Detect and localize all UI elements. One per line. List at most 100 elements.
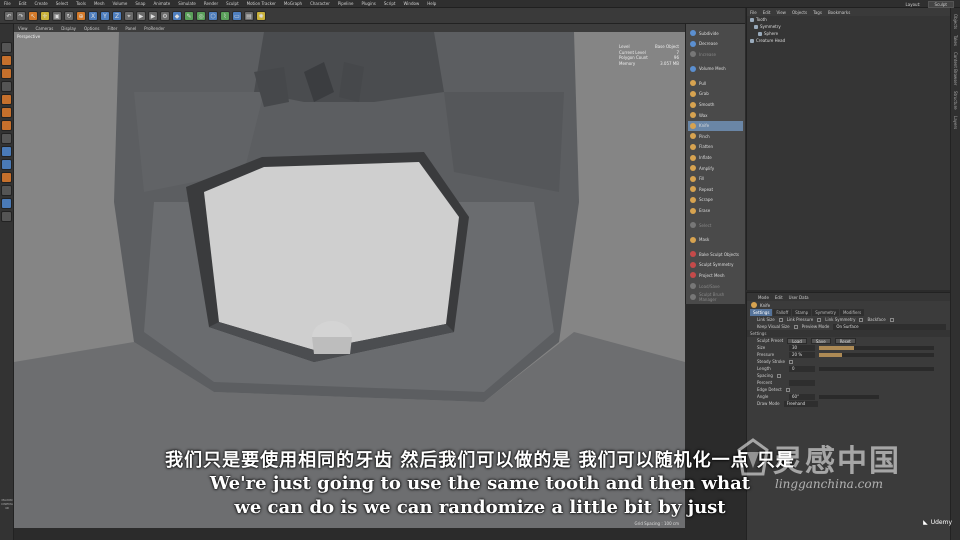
menu-tools[interactable]: Tools [72, 1, 90, 6]
y-axis-icon[interactable]: Y [100, 10, 110, 21]
brush-smooth[interactable]: Smooth [688, 100, 743, 110]
move-icon[interactable]: ✛ [40, 10, 50, 21]
deformer-icon[interactable]: ⌇ [220, 10, 230, 21]
tab-takes[interactable]: Takes [953, 35, 958, 46]
pen-icon[interactable]: ✎ [184, 10, 194, 21]
menu-window[interactable]: Window [399, 1, 423, 6]
brush-pinch[interactable]: Pinch [688, 131, 743, 141]
attr-menu-user-data[interactable]: User Data [786, 295, 812, 300]
brush-grab[interactable]: Grab [688, 89, 743, 99]
vp-menu-filter[interactable]: Filter [103, 26, 121, 31]
om-menu-bookmarks[interactable]: Bookmarks [825, 10, 853, 15]
object-row-creature-head[interactable]: Creature Head [747, 37, 950, 44]
undo-icon[interactable]: ↶ [4, 10, 14, 21]
menu-script[interactable]: Script [380, 1, 400, 6]
link-size-checkbox[interactable] [778, 317, 783, 322]
model-mode-icon[interactable] [1, 55, 12, 66]
spacing-checkbox[interactable] [776, 373, 781, 378]
vp-menu-prorender[interactable]: ProRender [140, 26, 169, 31]
length-slider[interactable] [819, 366, 934, 371]
viewport-solo-icon[interactable] [1, 159, 12, 170]
brush-increase[interactable]: Increase [688, 49, 743, 59]
redo-icon[interactable]: ↷ [16, 10, 26, 21]
om-menu-edit[interactable]: Edit [760, 10, 774, 15]
brush-wax[interactable]: Wax [688, 110, 743, 120]
keep-visual-size-checkbox[interactable] [793, 324, 798, 329]
recent-tools-icon[interactable]: ⊕ [76, 10, 86, 21]
brush-mask[interactable]: Mask [688, 235, 743, 245]
z-axis-icon[interactable]: Z [112, 10, 122, 21]
render-settings-icon[interactable]: ⚙ [160, 10, 170, 21]
brush-erase[interactable]: Erase [688, 206, 743, 216]
sculpt-brush-manager-button[interactable]: Sculpt Brush Manager [688, 292, 743, 302]
brush-subdivide[interactable]: Subdivide [688, 28, 743, 38]
menu-pipeline[interactable]: Pipeline [334, 1, 358, 6]
brush-pull[interactable]: Pull [688, 78, 743, 88]
x-axis-icon[interactable]: X [88, 10, 98, 21]
cube-icon[interactable]: ◆ [172, 10, 182, 21]
brush-decrease[interactable]: Decrease [688, 39, 743, 49]
attr-menu-mode[interactable]: Mode [755, 295, 772, 300]
tab-falloff[interactable]: Falloff [773, 309, 792, 316]
menu-mesh[interactable]: Mesh [90, 1, 109, 6]
edges-mode-icon[interactable] [1, 107, 12, 118]
tab-structure[interactable]: Structure [953, 91, 958, 110]
pressure-slider[interactable] [819, 352, 934, 357]
workplane-icon[interactable] [1, 81, 12, 92]
percent-input[interactable] [789, 379, 815, 386]
bake-sculpt-objects-button[interactable]: Bake Sculpt Objects [688, 249, 743, 259]
tab-content-browser[interactable]: Content Browser [953, 52, 958, 85]
snapping-icon[interactable] [1, 172, 12, 183]
brush-knife[interactable]: Knife [688, 120, 743, 131]
menu-file[interactable]: File [0, 1, 15, 6]
link-pressure-checkbox[interactable] [817, 317, 822, 322]
enable-axis-icon[interactable] [1, 133, 12, 144]
preset-save-button[interactable]: Save [810, 337, 831, 344]
preset-load-button[interactable]: Load [787, 337, 807, 344]
preview-mode-select[interactable]: On Surface [833, 323, 946, 330]
brush-scrape[interactable]: Scrape [688, 195, 743, 205]
workplane-mode-icon[interactable] [1, 211, 12, 222]
pressure-input[interactable]: 20 % [789, 351, 815, 358]
object-row-sphere[interactable]: Sphere [747, 30, 950, 37]
vp-menu-view[interactable]: View [14, 26, 32, 31]
preset-reset-button[interactable]: Reset [834, 337, 856, 344]
angle-slider[interactable] [819, 394, 879, 399]
polygons-mode-icon[interactable] [1, 120, 12, 131]
menu-edit[interactable]: Edit [15, 1, 31, 6]
vp-menu-cameras[interactable]: Cameras [32, 26, 58, 31]
brush-flatten[interactable]: Flatten [688, 142, 743, 152]
om-menu-tags[interactable]: Tags [810, 10, 825, 15]
brush-fill[interactable]: Fill [688, 174, 743, 184]
subdivision-icon[interactable]: ◎ [196, 10, 206, 21]
menu-animate[interactable]: Animate [149, 1, 174, 6]
points-mode-icon[interactable] [1, 94, 12, 105]
object-row-symmetry[interactable]: Symmetry [747, 23, 950, 30]
steady-stroke-checkbox[interactable] [788, 359, 793, 364]
sculpt-symmetry-button[interactable]: Sculpt Symmetry [688, 260, 743, 270]
load-save-button[interactable]: Load/Save [688, 281, 743, 291]
layout-select[interactable]: Sculpt [927, 1, 954, 8]
menu-mograph[interactable]: MoGraph [280, 1, 306, 6]
tweak-mode-icon[interactable] [1, 146, 12, 157]
scale-icon[interactable]: ▣ [52, 10, 62, 21]
rotate-icon[interactable]: ↻ [64, 10, 74, 21]
object-row-tooth[interactable]: Tooth [747, 16, 950, 23]
menu-snap[interactable]: Snap [131, 1, 149, 6]
draw-mode-select[interactable]: Freehand [783, 400, 818, 407]
vp-menu-display[interactable]: Display [57, 26, 80, 31]
menu-volume[interactable]: Volume [108, 1, 131, 6]
tab-symmetry[interactable]: Symmetry [812, 309, 839, 316]
menu-render[interactable]: Render [200, 1, 222, 6]
texture-mode-icon[interactable] [1, 68, 12, 79]
length-input[interactable]: 0 [789, 365, 815, 372]
tab-settings[interactable]: Settings [750, 309, 773, 316]
menu-plugins[interactable]: Plugins [358, 1, 380, 6]
render-view-icon[interactable]: ▶ [136, 10, 146, 21]
menu-help[interactable]: Help [423, 1, 440, 6]
brush-amplify[interactable]: Amplify [688, 163, 743, 173]
link-symmetry-checkbox[interactable] [859, 317, 864, 322]
menu-sculpt[interactable]: Sculpt [222, 1, 243, 6]
menu-create[interactable]: Create [30, 1, 51, 6]
om-menu-file[interactable]: File [747, 10, 760, 15]
